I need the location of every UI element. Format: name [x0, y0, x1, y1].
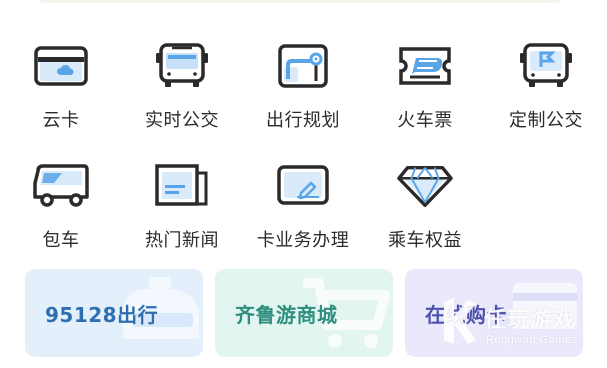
menu-item-card-service[interactable]: 卡业务办理 — [248, 162, 358, 262]
menu-label: 乘车权益 — [388, 230, 462, 251]
bus-icon — [153, 42, 211, 90]
app-screen: 云卡 实时公交 出行规划 火车票 定制公交 包车 热门新闻 卡业务办理 乘车权益… — [0, 0, 607, 368]
card-qilu-mall[interactable]: 齐鲁游商城 — [215, 269, 393, 357]
menu-label: 热门新闻 — [145, 230, 219, 251]
top-divider — [40, 0, 560, 3]
menu-label: 实时公交 — [145, 110, 219, 131]
custom-bus-icon — [517, 42, 575, 90]
menu-label: 云卡 — [42, 110, 80, 131]
card-label: 在线购卡 — [425, 303, 507, 327]
menu-item-cloud-card[interactable]: 云卡 — [6, 42, 116, 142]
menu-label: 包车 — [42, 230, 80, 251]
train-ticket-icon — [396, 42, 454, 90]
menu-label: 定制公交 — [509, 110, 583, 131]
card-label: 95128出行 — [45, 303, 159, 327]
menu-item-train-ticket[interactable]: 火车票 — [370, 42, 480, 142]
diamond-icon — [396, 162, 454, 210]
menu-label: 卡业务办理 — [256, 230, 350, 251]
menu-item-trip-planning[interactable]: 出行规划 — [248, 42, 358, 142]
cloud-card-icon — [32, 42, 90, 90]
menu-label: 出行规划 — [266, 110, 340, 131]
card-service-icon — [274, 162, 332, 210]
newspaper-icon — [153, 162, 211, 210]
menu-item-custom-bus[interactable]: 定制公交 — [491, 42, 601, 142]
menu-item-realtime-bus[interactable]: 实时公交 — [127, 42, 237, 142]
menu-item-charter[interactable]: 包车 — [6, 162, 116, 262]
van-icon — [32, 162, 90, 210]
menu-item-hot-news[interactable]: 热门新闻 — [127, 162, 237, 262]
route-map-icon — [274, 42, 332, 90]
card-95128-travel[interactable]: 95128出行 — [25, 269, 203, 357]
card-online-card-purchase[interactable]: 在线购卡 — [405, 269, 583, 357]
card-label: 齐鲁游商城 — [235, 303, 338, 327]
menu-item-ride-benefits[interactable]: 乘车权益 — [370, 162, 480, 262]
menu-label: 火车票 — [397, 110, 453, 131]
